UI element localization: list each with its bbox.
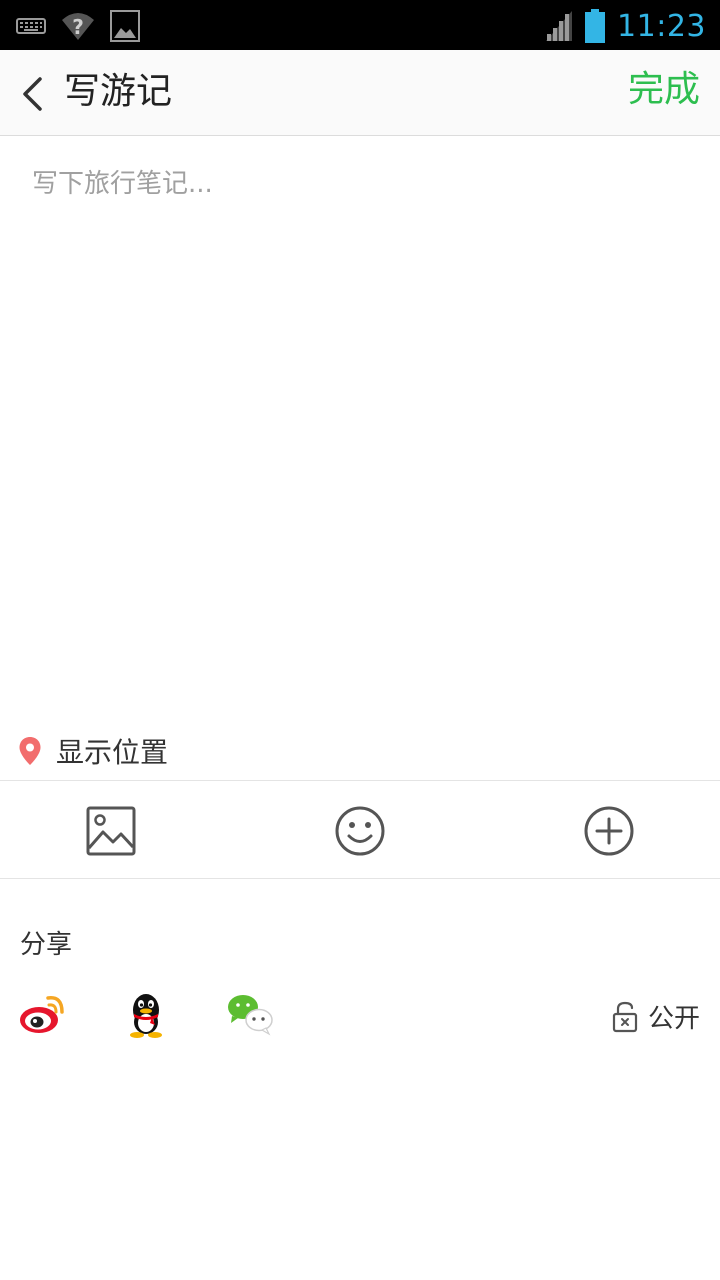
- emoji-icon: [335, 806, 385, 856]
- unlock-icon: [612, 1001, 638, 1032]
- share-qq-button[interactable]: [124, 992, 172, 1038]
- keyboard-icon: [16, 18, 46, 34]
- weibo-icon: [20, 996, 64, 1033]
- status-right-icons: 11:23: [545, 8, 706, 44]
- add-more-button[interactable]: [583, 805, 635, 857]
- wifi-unknown-icon: ?: [62, 13, 94, 40]
- wechat-icon: [228, 995, 273, 1036]
- battery-icon: [585, 9, 606, 43]
- app-header: 写游记 完成: [0, 50, 720, 136]
- image-icon: [86, 806, 136, 856]
- back-button[interactable]: [14, 74, 50, 114]
- location-pin-icon: [19, 737, 41, 765]
- show-location-toggle[interactable]: 显示位置: [0, 722, 720, 780]
- share-weibo-button[interactable]: [18, 992, 66, 1038]
- travel-note-input[interactable]: [0, 137, 720, 717]
- privacy-label: 公开: [647, 1004, 700, 1034]
- share-label: 分享: [20, 930, 73, 960]
- page-title: 写游记: [64, 71, 173, 112]
- editor-toolbar: [0, 781, 720, 878]
- status-time: 11:23: [617, 8, 706, 44]
- add-emoji-button[interactable]: [334, 805, 386, 857]
- status-left-icons: ?: [16, 10, 140, 42]
- divider: [0, 878, 720, 879]
- signal-icon: [546, 11, 573, 41]
- location-label: 显示位置: [56, 736, 169, 769]
- chevron-left-icon: [23, 77, 42, 111]
- done-button[interactable]: 完成: [628, 66, 700, 114]
- qq-icon: [130, 994, 162, 1038]
- privacy-toggle[interactable]: 公开: [612, 998, 700, 1035]
- status-bar: ? 11:23: [0, 0, 720, 50]
- add-image-button[interactable]: [85, 805, 137, 857]
- share-wechat-button[interactable]: [226, 992, 274, 1038]
- add-icon: [584, 806, 634, 856]
- gallery-icon: [110, 10, 140, 42]
- svg-text:?: ?: [72, 15, 84, 39]
